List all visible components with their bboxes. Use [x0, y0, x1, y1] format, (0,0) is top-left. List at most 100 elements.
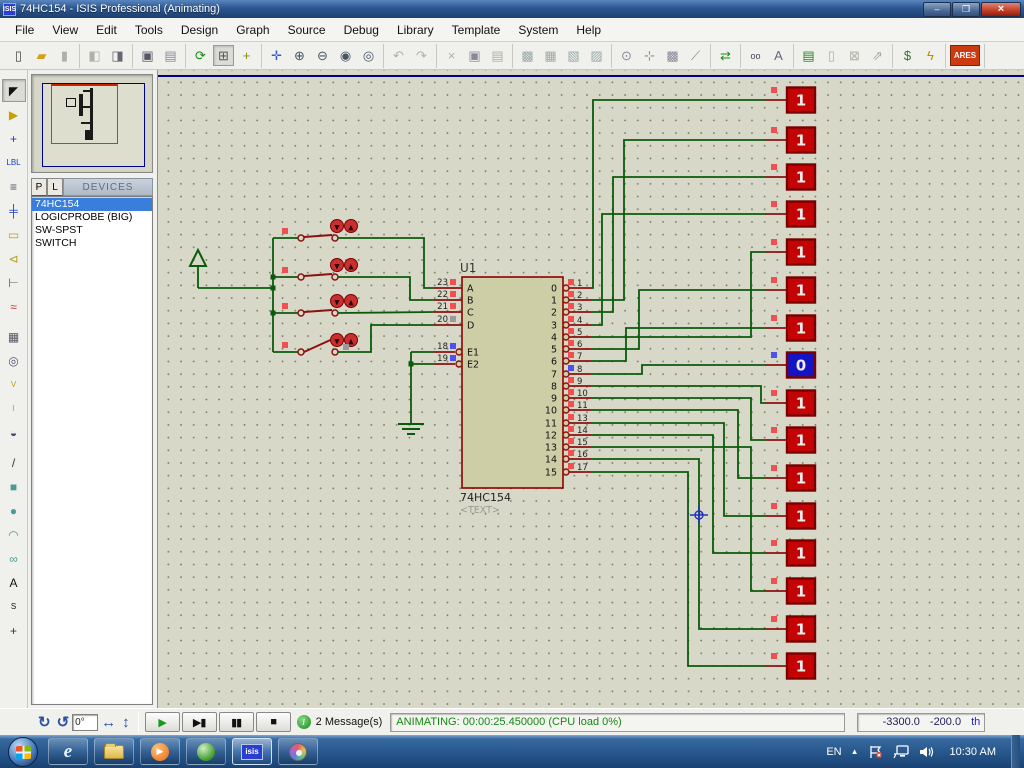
import-section-button[interactable]: ◧	[84, 45, 105, 66]
taskbar-paint-app[interactable]	[278, 738, 318, 765]
arc-2d[interactable]: ◠	[2, 523, 26, 546]
box-2d[interactable]: ■	[2, 475, 26, 498]
pan-button[interactable]: ✛	[266, 45, 287, 66]
copy-button[interactable]: ▣	[464, 45, 485, 66]
mirror-horizontal-button[interactable]: ↔	[101, 714, 116, 731]
design-explorer-button[interactable]: ▤	[798, 45, 819, 66]
output-wire[interactable]	[591, 459, 765, 629]
output-wire[interactable]	[591, 177, 765, 312]
origin-button[interactable]: +	[236, 45, 257, 66]
maximize-button[interactable]: ❐	[952, 2, 980, 17]
export-section-button[interactable]: ◨	[107, 45, 128, 66]
bill-of-materials-button[interactable]: $	[897, 45, 918, 66]
generator-mode[interactable]: ◎	[2, 349, 26, 372]
tray-expand-icon[interactable]: ▲	[851, 747, 859, 756]
menu-item-view[interactable]: View	[43, 20, 87, 40]
output-wire[interactable]	[591, 410, 765, 478]
simulation-log-icon[interactable]: i	[297, 715, 311, 729]
rotation-angle-input[interactable]	[72, 714, 98, 731]
device-list-item[interactable]: SW-SPST	[32, 224, 152, 237]
undo-button[interactable]: ↶	[388, 45, 409, 66]
make-device-button[interactable]: ⊹	[639, 45, 660, 66]
block-copy-button[interactable]: ▩	[517, 45, 538, 66]
output-wire[interactable]	[591, 140, 765, 300]
zoom-out-button[interactable]: ⊖	[312, 45, 333, 66]
power-terminal[interactable]	[190, 250, 206, 266]
menu-item-edit[interactable]: Edit	[87, 20, 126, 40]
mark-output-area-button[interactable]: ▤	[160, 45, 181, 66]
output-wire[interactable]	[591, 100, 765, 288]
menu-item-debug[interactable]: Debug	[335, 20, 388, 40]
pick-device-button[interactable]: ⊙	[616, 45, 637, 66]
taskbar-isis-professional[interactable]: isis	[232, 738, 272, 765]
graph-mode[interactable]: ≈	[2, 295, 26, 318]
symbol-2d[interactable]: S	[2, 595, 26, 618]
new-file-button[interactable]: ▯	[8, 45, 29, 66]
device-list-item[interactable]: 74HC154	[32, 198, 152, 211]
packaging-tool-button[interactable]: ▩	[662, 45, 683, 66]
output-wire[interactable]	[591, 365, 765, 374]
minimize-button[interactable]: –	[923, 2, 951, 17]
open-folder-button[interactable]: ▰	[31, 45, 52, 66]
virtual-instruments-mode[interactable]: ◒	[2, 421, 26, 444]
new-sheet-button[interactable]: ▯	[821, 45, 842, 66]
voltage-probe-mode[interactable]: V	[2, 373, 26, 396]
overview-panel[interactable]	[31, 74, 153, 173]
pick-devices-button[interactable]: P	[31, 178, 47, 196]
netlist-to-ares-button[interactable]: ARES	[950, 45, 980, 66]
block-move-button[interactable]: ▦	[540, 45, 561, 66]
menu-item-template[interactable]: Template	[443, 20, 510, 40]
block-rotate-button[interactable]: ▧	[563, 45, 584, 66]
switch-lever-1[interactable]	[304, 274, 332, 276]
cut-button[interactable]: ×	[441, 45, 462, 66]
output-wire[interactable]	[591, 328, 765, 361]
subcircuit-mode[interactable]: ▭	[2, 223, 26, 246]
rotate-anticlockwise-button[interactable]: ↺	[57, 713, 70, 731]
rotate-clockwise-button[interactable]: ↻	[38, 713, 51, 731]
current-probe-mode[interactable]: I	[2, 397, 26, 420]
stop-button[interactable]: ■	[256, 712, 291, 732]
device-list-item[interactable]: LOGICPROBE (BIG)	[32, 211, 152, 224]
close-button[interactable]: ×	[981, 2, 1021, 17]
menu-item-file[interactable]: File	[6, 20, 43, 40]
network-icon[interactable]	[893, 745, 910, 759]
marker-2d[interactable]: +	[2, 619, 26, 642]
message-count[interactable]: 2 Message(s)	[316, 716, 383, 728]
device-list-item[interactable]: SWITCH	[32, 237, 152, 250]
path-2d[interactable]: ∞	[2, 547, 26, 570]
library-manager-button[interactable]: L	[47, 178, 63, 196]
language-indicator[interactable]: EN	[826, 746, 841, 758]
component-mode[interactable]: ▶	[2, 103, 26, 126]
switch-lever-2[interactable]	[304, 310, 332, 312]
junction-dot-mode[interactable]: +	[2, 127, 26, 150]
taskbar-file-explorer[interactable]	[94, 738, 134, 765]
electrical-rule-check-button[interactable]: ϟ	[920, 45, 941, 66]
wire-autorouter-button[interactable]: ⇄	[715, 45, 736, 66]
speaker-icon[interactable]	[919, 745, 935, 759]
line-2d[interactable]: /	[2, 451, 26, 474]
switch-lever-0[interactable]	[304, 235, 332, 237]
menu-item-system[interactable]: System	[509, 20, 567, 40]
toggle-grid-button[interactable]: ⊞	[213, 45, 234, 66]
search-tags-button[interactable]: oo	[745, 45, 766, 66]
zoom-in-button[interactable]: ⊕	[289, 45, 310, 66]
text-2d[interactable]: A	[2, 571, 26, 594]
menu-item-graph[interactable]: Graph	[227, 20, 278, 40]
schematic-canvas[interactable]: U174HC154<TEXT>23A22B21C20D18E119E210121…	[157, 70, 1024, 708]
device-pin-mode[interactable]: ⊢	[2, 271, 26, 294]
output-wire[interactable]	[591, 472, 765, 666]
device-list[interactable]: 74HC154LOGICPROBE (BIG)SW-SPSTSWITCH	[31, 196, 153, 705]
paste-button[interactable]: ▤	[487, 45, 508, 66]
taskbar-media-player[interactable]: ▶	[140, 738, 180, 765]
action-center-flag-icon[interactable]	[868, 745, 884, 759]
menu-item-help[interactable]: Help	[567, 20, 610, 40]
taskbar-internet-explorer[interactable]: e	[48, 738, 88, 765]
goto-sheet-button[interactable]: ⇗	[867, 45, 888, 66]
start-button[interactable]	[8, 737, 38, 767]
play-button[interactable]: ▶	[145, 712, 180, 732]
step-button[interactable]: ▶▮	[182, 712, 217, 732]
output-wire[interactable]	[591, 252, 765, 337]
print-button[interactable]: ▣	[137, 45, 158, 66]
menu-item-tools[interactable]: Tools	[126, 20, 172, 40]
redo-button[interactable]: ↷	[411, 45, 432, 66]
